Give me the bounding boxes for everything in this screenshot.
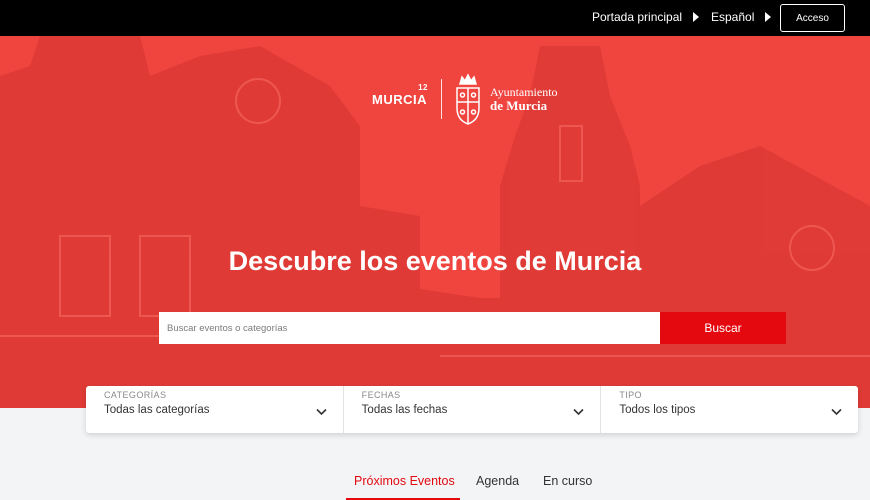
chevron-down-icon [573,408,584,416]
tab-en-curso[interactable]: En curso [543,474,592,488]
murcia-logo-text: MURCIA 12 [372,83,428,107]
site-logo[interactable]: MURCIA 12 Ayuntamiento de Murcia [372,70,558,128]
top-bar: Portada principal Español Acceso [0,0,870,36]
logo-divider [441,79,442,119]
ayuntamiento-logo-text: Ayuntamiento de Murcia [490,85,558,113]
type-filter-value: Todos los tipos [619,404,696,416]
category-filter-value: Todas las categorías [104,404,210,416]
chevron-down-icon [316,408,327,416]
page-title: Descubre los eventos de Murcia [228,246,642,276]
acceso-button[interactable]: Acceso [780,4,845,32]
category-filter-label: CATEGORÍAS [104,390,167,400]
ayuntamiento-line2: de Murcia [490,97,548,113]
date-filter-value: Todas las fechas [361,404,448,416]
filters-bar: CATEGORÍAS Todas las categorías FECHAS T… [86,386,858,433]
chevron-down-icon [831,408,842,416]
date-filter-select[interactable]: FECHAS Todas las fechas [342,386,601,433]
hero-banner: MURCIA 12 Ayuntamiento de Murcia Descubr… [0,36,870,408]
tab-proximos-eventos[interactable]: Próximos Eventos [354,474,455,488]
language-label: Español [711,10,755,24]
murcia-logo-word: MURCIA [372,91,427,107]
type-filter-select[interactable]: TIPO Todos los tipos [600,386,858,433]
events-tabs: Próximos Eventos Agenda En curso [0,472,870,500]
language-selector[interactable]: Español [711,10,772,24]
tab-agenda[interactable]: Agenda [476,474,519,488]
type-filter-label: TIPO [619,390,642,400]
triangle-right-icon [765,12,772,22]
coat-of-arms-icon [456,73,480,125]
portada-principal-link[interactable]: Portada principal [592,10,700,24]
triangle-right-icon [693,12,700,22]
date-filter-label: FECHAS [361,390,401,400]
murcia-logo-sup: 12 [418,82,428,92]
category-filter-select[interactable]: CATEGORÍAS Todas las categorías [86,386,343,433]
search-button[interactable]: Buscar [660,312,786,344]
portada-principal-label: Portada principal [592,10,683,24]
search-input[interactable] [159,312,660,344]
